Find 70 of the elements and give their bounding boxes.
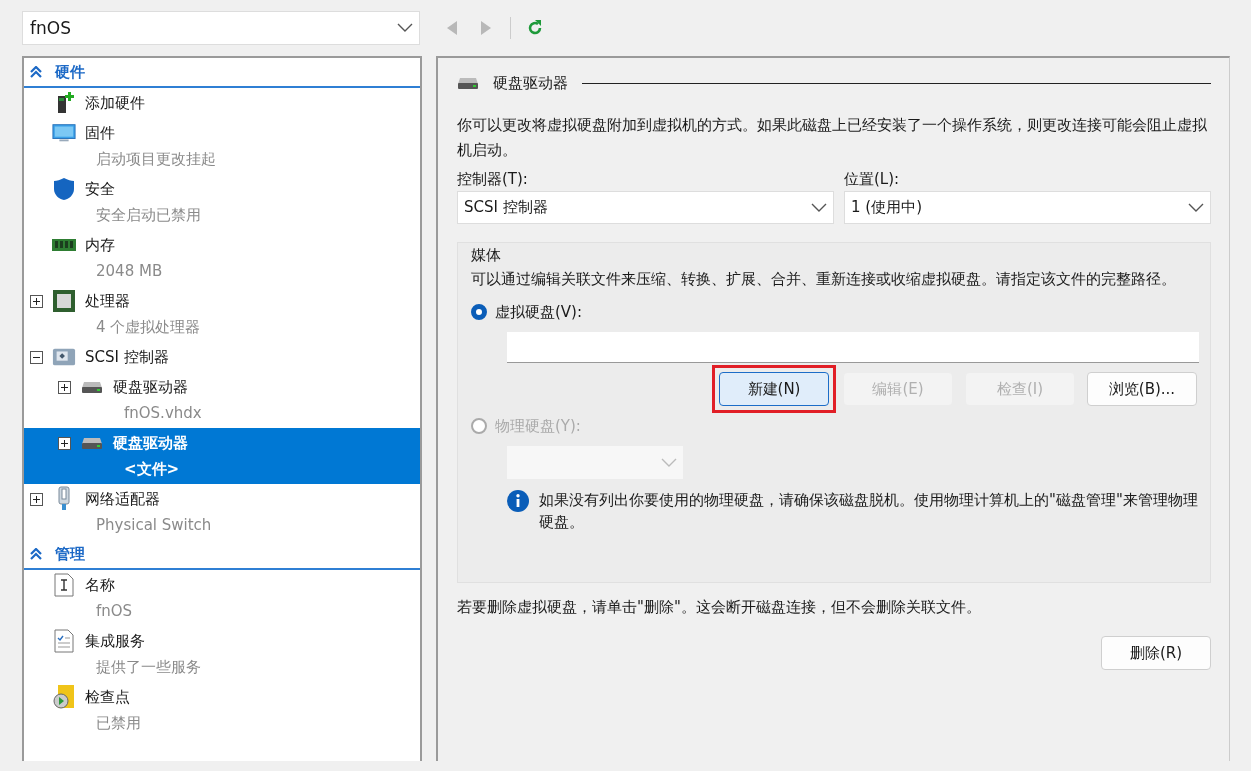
- chevron-down-icon: [397, 23, 413, 33]
- section-header[interactable]: 硬件: [24, 58, 420, 88]
- item-sublabel: 2048 MB: [95, 261, 164, 282]
- tree-item[interactable]: SCSI 控制器: [24, 342, 420, 372]
- item-sublabel: 提供了一些服务: [95, 657, 202, 678]
- description: 你可以更改将虚拟硬盘附加到虚拟机的方式。如果此磁盘上已经安装了一个操作系统，则更改连接可能会阻止虚拟机启动。: [457, 115, 1208, 161]
- tree-item[interactable]: 内存 2048 MB: [24, 230, 420, 286]
- item-sublabel: fnOS.vhdx: [123, 403, 203, 424]
- info-text: 如果没有列出你要使用的物理硬盘，请确保该磁盘脱机。使用物理计算机上的"磁盘管理"来管理物理硬盘。: [539, 490, 1199, 533]
- action-button[interactable]: 浏览(B)...: [1087, 372, 1197, 406]
- chevron-down-icon: [661, 457, 677, 468]
- text-document-icon: [52, 572, 76, 598]
- vm-dropdown[interactable]: fnOS: [22, 11, 420, 45]
- radio-button: [471, 304, 487, 320]
- item-label: 固件: [85, 123, 115, 143]
- remove-note: 若要删除虚拟硬盘，请单击"删除"。这会断开磁盘连接，但不会删除关联文件。: [457, 597, 982, 618]
- tree-item[interactable]: 硬盘驱动器 <文件>: [24, 428, 420, 484]
- item-label: 网络适配器: [85, 489, 160, 509]
- media-description: 可以通过编辑关联文件来压缩、转换、扩展、合并、重新连接或收缩虚拟硬盘。请指定该文件的完整路径。: [471, 269, 1177, 290]
- location-dropdown[interactable]: 1 (使用中): [844, 191, 1211, 224]
- item-sublabel: 4 个虚拟处理器: [95, 317, 202, 338]
- hard-drive-icon: [457, 76, 479, 90]
- item-sublabel: fnOS: [95, 601, 134, 622]
- tree-item[interactable]: 网络适配器 Physical Switch: [24, 484, 420, 540]
- tree-item[interactable]: 处理器 4 个虚拟处理器: [24, 286, 420, 342]
- item-label: 集成服务: [85, 631, 145, 651]
- tree-item[interactable]: 固件 启动项目更改挂起: [24, 118, 420, 174]
- item-label: 名称: [85, 575, 115, 595]
- item-label: 硬盘驱动器: [113, 433, 188, 453]
- item-sublabel: 已禁用: [95, 713, 142, 734]
- expand-icon[interactable]: [30, 492, 43, 506]
- info-icon: [507, 490, 529, 512]
- tree-item[interactable]: 名称 fnOS: [24, 570, 420, 626]
- item-label: 检查点: [85, 687, 130, 707]
- collapse-icon[interactable]: [30, 350, 43, 364]
- remove-button[interactable]: 删除(R): [1101, 636, 1211, 670]
- path-input-field[interactable]: [507, 332, 1199, 363]
- radio-option[interactable]: 虚拟硬盘(V):: [471, 298, 1199, 326]
- section-title: 硬盘驱动器: [493, 73, 568, 93]
- chevron-down-icon: [811, 202, 827, 213]
- tree-item[interactable]: 检查点 已禁用: [24, 682, 420, 738]
- item-label: SCSI 控制器: [85, 347, 169, 367]
- radio-button: [471, 418, 487, 434]
- processor-chip-icon: [52, 288, 76, 314]
- expand-icon[interactable]: [58, 380, 71, 394]
- item-sublabel: 安全启动已禁用: [95, 205, 202, 226]
- item-sublabel: Physical Switch: [95, 515, 213, 536]
- tree-item[interactable]: 安全 安全启动已禁用: [24, 174, 420, 230]
- controller-dropdown[interactable]: SCSI 控制器: [457, 191, 834, 224]
- tree-item[interactable]: 添加硬件: [24, 88, 420, 118]
- group-title: 媒体: [471, 245, 502, 266]
- item-label: 处理器: [85, 291, 130, 311]
- item-sublabel: 启动项目更改挂起: [95, 149, 217, 170]
- expand-icon[interactable]: [58, 436, 71, 450]
- action-button[interactable]: 新建(N): [719, 372, 829, 406]
- shield-icon: [52, 176, 76, 202]
- item-label: 安全: [85, 179, 115, 199]
- item-sublabel: <文件>: [123, 459, 181, 480]
- checklist-document-icon: [52, 628, 76, 654]
- tree-item[interactable]: 硬盘驱动器 fnOS.vhdx: [24, 372, 420, 428]
- field-label: 位置(L):: [844, 169, 901, 190]
- checkpoint-folder-icon: [52, 684, 76, 710]
- item-label: 内存: [85, 235, 115, 255]
- item-label: 硬盘驱动器: [113, 377, 188, 397]
- tree-item[interactable]: 集成服务 提供了一些服务: [24, 626, 420, 682]
- section-header[interactable]: 管理: [24, 540, 420, 570]
- field-label: 控制器(T):: [457, 169, 529, 190]
- chevron-down-icon: [1188, 202, 1204, 213]
- item-label: 添加硬件: [85, 93, 145, 113]
- expand-icon[interactable]: [30, 294, 43, 308]
